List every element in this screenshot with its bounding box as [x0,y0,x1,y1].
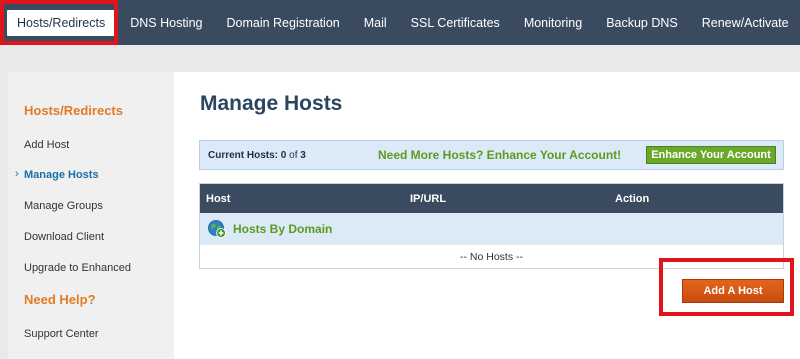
nav-tab-mail[interactable]: Mail [364,16,387,30]
sidebar-item-upgrade-enhanced[interactable]: Upgrade to Enhanced [24,262,131,274]
empty-state-text: -- No Hosts -- [460,250,523,263]
nav-tab-dns-hosting[interactable]: DNS Hosting [130,16,202,30]
nav-tab-ssl-certificates[interactable]: SSL Certificates [411,16,500,30]
column-header-host: Host [206,193,231,205]
column-header-action: Action [615,193,650,205]
page-title: Manage Hosts [200,92,343,115]
nav-tab-domain-registration[interactable]: Domain Registration [226,16,339,30]
nav-tab-monitoring[interactable]: Monitoring [524,16,582,30]
top-nav: Hosts/Redirects DNS Hosting Domain Regis… [0,0,800,45]
sidebar-item-manage-hosts[interactable]: Manage Hosts [24,169,99,181]
sidebar-help-heading: Need Help? [24,292,96,307]
sidebar-item-support-center[interactable]: Support Center [24,328,99,340]
current-hosts-count: 0 [280,150,287,161]
current-hosts-max: 3 [300,150,306,161]
column-header-ip-url: IP/URL [410,193,447,205]
enhance-account-button[interactable]: Enhance Your Account [646,146,776,164]
nav-tab-backup-dns[interactable]: Backup DNS [606,16,678,30]
domain-group-label: Hosts By Domain [233,222,333,236]
current-hosts-label: Current Hosts: [208,150,279,161]
promo-text: Need More Hosts? Enhance Your Account! [378,148,622,162]
chevron-right-icon: › [15,168,19,180]
current-hosts-text: Current Hosts: 0 of 3 [208,150,306,161]
nav-tab-renew-activate[interactable]: Renew/Activate [702,16,789,30]
sidebar-heading: Hosts/Redirects [24,103,123,118]
sidebar-item-add-host[interactable]: Add Host [24,139,69,151]
hosts-table: Host IP/URL Action Hosts By Domain -- No… [199,183,784,269]
domain-group-row[interactable]: Hosts By Domain [200,213,783,245]
table-header: Host IP/URL Action [200,184,783,213]
current-hosts-of: of [289,150,298,161]
host-info-bar: Current Hosts: 0 of 3 Need More Hosts? E… [199,140,784,170]
globe-add-icon [208,220,226,238]
sidebar-item-manage-groups[interactable]: Manage Groups [24,200,103,212]
add-host-button[interactable]: Add A Host [682,279,784,303]
sidebar-item-download-client[interactable]: Download Client [24,231,104,243]
nav-tab-hosts-redirects[interactable]: Hosts/Redirects [7,9,116,36]
